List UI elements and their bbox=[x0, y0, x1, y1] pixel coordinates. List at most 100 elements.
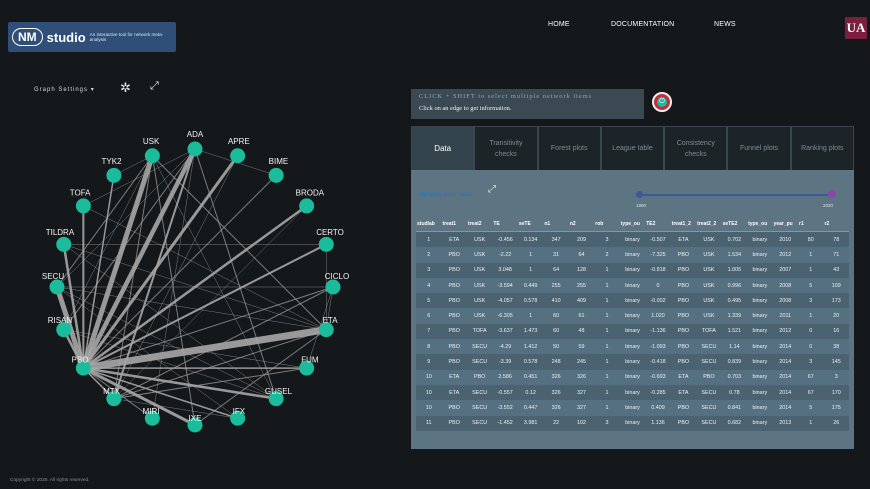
table-cell: 1 bbox=[605, 359, 609, 366]
node-bime[interactable] bbox=[268, 167, 284, 183]
table-cell: USK bbox=[703, 236, 715, 243]
column-header[interactable]: TE2 bbox=[645, 217, 671, 232]
column-header[interactable]: year_pu bbox=[772, 217, 799, 232]
table-cell: 3 bbox=[809, 297, 813, 304]
table-cell: SECU bbox=[701, 343, 717, 350]
table-cell: 3 bbox=[605, 236, 609, 243]
column-header[interactable]: n1 bbox=[543, 217, 569, 232]
table-row[interactable]: 9 PBO SECU -3.39 0.578 248 245 1 binary -0.418 PBO… bbox=[416, 354, 849, 370]
node-tyk2[interactable] bbox=[106, 167, 122, 183]
tab-ranking[interactable]: Ranking plots bbox=[790, 126, 854, 170]
table-cell: -0.418 bbox=[650, 359, 666, 366]
table-row[interactable]: 1 ETA USK -0.456 0.134 347 209 3 binary -0.507 ETA… bbox=[416, 231, 849, 248]
edge-usk-gusel[interactable] bbox=[152, 155, 277, 399]
node-usk[interactable] bbox=[144, 148, 160, 164]
year-slider-track[interactable] bbox=[639, 194, 831, 196]
tab-transitivity[interactable]: Transitivity checks bbox=[474, 126, 538, 170]
table-cell: binary bbox=[752, 359, 768, 366]
upload-data-link[interactable]: Upload your data bbox=[419, 191, 472, 198]
node-tofa[interactable] bbox=[75, 198, 91, 214]
table-row[interactable]: 10 ETA SECU -0.557 0.12 326 327 1 binary -0.285 ET… bbox=[416, 384, 849, 401]
tab-data[interactable]: Data bbox=[411, 126, 475, 170]
table-cell: 1.339 bbox=[727, 313, 742, 320]
power-button[interactable]: ⏻ bbox=[652, 92, 672, 112]
edge-ada-secu[interactable] bbox=[56, 148, 196, 288]
column-header[interactable]: TE bbox=[492, 217, 518, 232]
node-apre[interactable] bbox=[230, 148, 246, 164]
column-header[interactable]: type_ou bbox=[619, 217, 646, 232]
node-label: GUSEL bbox=[265, 387, 293, 396]
table-cell: 10 bbox=[425, 374, 432, 381]
nav-news[interactable]: NEWS bbox=[714, 21, 736, 28]
table-cell: PBO bbox=[677, 282, 690, 289]
column-header[interactable]: rob bbox=[594, 217, 620, 232]
table-row[interactable]: 4 PBO USK -3.594 0.449 255 255 1 binary 0 PBO USK 0.… bbox=[416, 277, 849, 294]
node-certo[interactable] bbox=[318, 236, 334, 252]
edge-mtx-broda[interactable] bbox=[113, 205, 307, 399]
table-cell: 1 bbox=[529, 313, 533, 320]
node-label: BIME bbox=[269, 157, 289, 166]
table-cell: 326 bbox=[577, 374, 587, 381]
edge-usk-secu[interactable] bbox=[56, 155, 153, 288]
table-cell: 3 bbox=[605, 420, 609, 427]
table-cell: 1 bbox=[605, 313, 609, 320]
table-cell: 2008 bbox=[779, 282, 792, 289]
column-header[interactable]: treat1 bbox=[441, 217, 467, 232]
column-header[interactable]: n2 bbox=[568, 217, 595, 232]
tab-consistency[interactable]: Consistency checks bbox=[664, 126, 728, 170]
info-shift-hint: CLICK + SHIFT to select multiple network… bbox=[419, 93, 593, 100]
column-header[interactable]: treat2_2 bbox=[696, 217, 722, 232]
table-cell: USK bbox=[703, 313, 715, 320]
node-ada[interactable] bbox=[187, 141, 203, 157]
node-tildra[interactable] bbox=[56, 236, 72, 252]
table-cell: -3.594 bbox=[497, 282, 513, 289]
table-cell: 145 bbox=[831, 359, 841, 366]
expand-table-icon[interactable]: ⤢ bbox=[488, 184, 496, 195]
column-header[interactable]: studlab bbox=[416, 217, 442, 232]
table-cell: 209 bbox=[577, 236, 587, 243]
year-slider-handle-max[interactable] bbox=[828, 190, 836, 198]
tab-forest[interactable]: Forest plots bbox=[537, 126, 601, 170]
node-ciclo[interactable] bbox=[325, 279, 341, 295]
table-cell: 1 bbox=[605, 297, 609, 304]
table-row[interactable]: 6 PBO USK -6.305 1 60 61 1 binary 1.020 PBO USK 1.33… bbox=[416, 308, 849, 324]
table-row[interactable]: 8 PBO SECU -4.29 1.412 50 59 1 binary -1.093 PBO SE… bbox=[416, 339, 849, 355]
edge-mtx-eta[interactable] bbox=[113, 329, 327, 400]
node-label: USK bbox=[143, 137, 160, 146]
table-row[interactable]: 10 ETA PBO 2.586 0.451 326 326 1 binary -0.693 ETA… bbox=[416, 369, 849, 385]
table-row[interactable]: 2 PBO USK -2.22 1 31 64 2 binary -7.325 PBO USK 1.53… bbox=[416, 247, 849, 263]
table-row[interactable]: 7 PBO TOFA -3.637 1.473 60 48 1 binary -1.136 PBO T… bbox=[416, 323, 849, 340]
table-cell: 245 bbox=[577, 359, 587, 366]
table-cell: 8 bbox=[427, 343, 431, 350]
edge-usk-eta[interactable] bbox=[152, 155, 327, 330]
table-cell: 71 bbox=[833, 251, 840, 258]
table-cell: -7.325 bbox=[650, 251, 666, 258]
column-header[interactable]: r1 bbox=[798, 217, 824, 232]
table-cell: 0 bbox=[809, 343, 813, 350]
university-logo-icon[interactable]: UA bbox=[845, 17, 867, 39]
edge-apre-mtx[interactable] bbox=[113, 155, 238, 399]
power-icon: ⏻ bbox=[657, 97, 667, 107]
node-broda[interactable] bbox=[299, 198, 315, 214]
year-slider-handle-min[interactable] bbox=[636, 191, 643, 198]
column-header[interactable]: type_ou bbox=[747, 217, 773, 232]
table-row[interactable]: 10 PBO SECU -3.552 0.447 326 327 1 binary 0.409 PB… bbox=[416, 400, 849, 416]
table-cell: -1.452 bbox=[497, 420, 513, 427]
column-header[interactable]: treat1_2 bbox=[670, 217, 697, 232]
node-label: ADA bbox=[187, 130, 204, 139]
tab-league[interactable]: League table bbox=[600, 126, 665, 170]
column-header[interactable]: r2 bbox=[823, 217, 849, 232]
table-row[interactable]: 11 PBO SECU -1.452 3.981 22 102 3 binary 1.136 PBO… bbox=[416, 415, 849, 431]
network-graph[interactable]: ADA APRE BIME BRODA CERTO CICLO ETA FUM GUSEL IFX… bbox=[0, 0, 400, 489]
column-header[interactable]: treat2 bbox=[466, 217, 493, 232]
column-header[interactable]: seTE bbox=[517, 217, 544, 232]
node-secu[interactable] bbox=[49, 279, 65, 295]
nav-documentation[interactable]: DOCUMENTATION bbox=[611, 21, 674, 28]
nav-home[interactable]: HOME bbox=[548, 21, 570, 28]
column-header[interactable]: seTE2 bbox=[721, 217, 748, 232]
table-row[interactable]: 3 PBO USK 3.048 1 64 128 1 binary -0.918 PBO USK 1.0… bbox=[416, 262, 849, 278]
table-cell: 10 bbox=[425, 389, 432, 396]
tab-funnel[interactable]: Funnel plots bbox=[727, 126, 791, 170]
table-row[interactable]: 5 PBO USK -4.057 0.578 410 409 1 binary -0.002 PBO… bbox=[416, 293, 849, 309]
edge-eta-tofa[interactable] bbox=[83, 205, 327, 330]
